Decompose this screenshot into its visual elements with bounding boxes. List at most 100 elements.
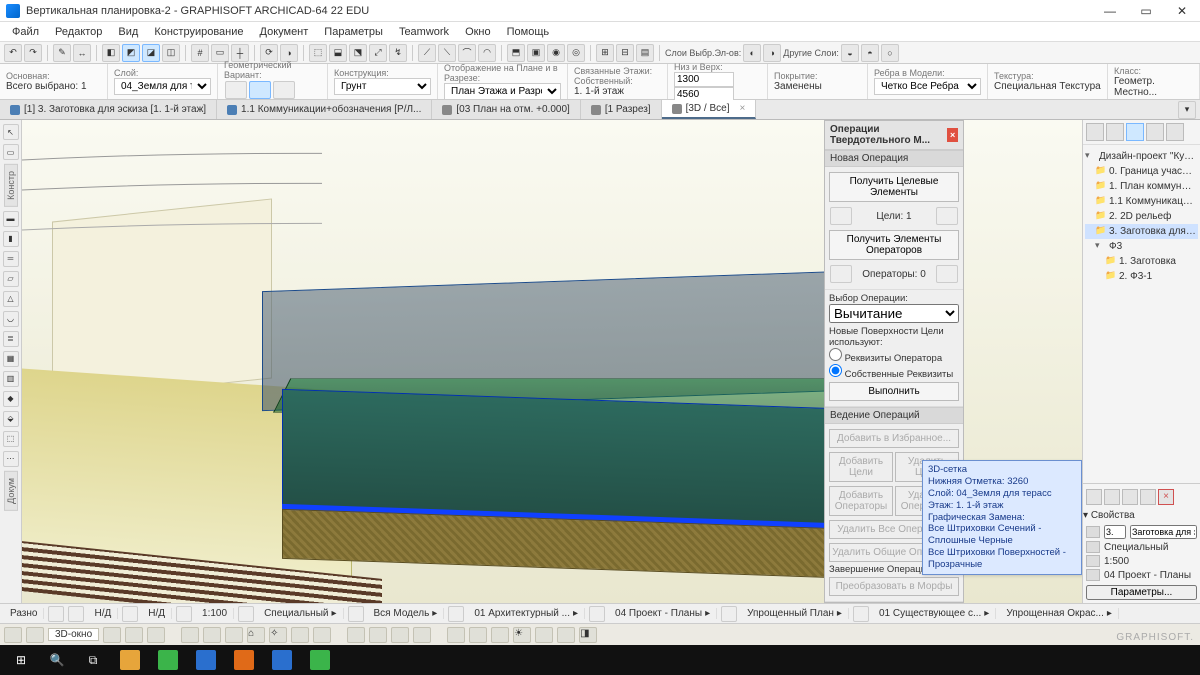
tree-item-selected[interactable]: 3. Заготовка для эскиза [1085,224,1198,239]
bt-9[interactable] [347,627,365,643]
layer-select[interactable]: 04_Земля для терасс [114,78,211,95]
prop-id-input[interactable] [1104,525,1126,539]
tree-item[interactable]: 0. Граница участка [1085,164,1198,179]
bt-6[interactable] [225,627,243,643]
bt-17[interactable] [557,627,575,643]
task-app-4[interactable] [226,647,262,673]
bt-11[interactable] [391,627,409,643]
nav-action-3[interactable] [1122,489,1138,505]
section-new-op[interactable]: Новая Операция [825,150,963,167]
get-operators-button[interactable]: Получить Элементы Операторов [829,230,959,260]
qs-1[interactable] [238,606,254,622]
panel-close-button[interactable]: × [947,128,958,142]
bt-8[interactable] [313,627,331,643]
tool-edit-3[interactable]: ⬔ [349,44,367,62]
tool-edit-5[interactable]: ↯ [389,44,407,62]
tool-measure[interactable]: ↔ [73,44,91,62]
geom-opt-1[interactable] [225,81,247,99]
nav-tab-1[interactable] [1086,123,1104,141]
radio-operator-attrs[interactable]: Реквизиты Оператора [829,348,959,364]
bt-16[interactable] [535,627,553,643]
zoom-pct[interactable]: Н/Д [142,608,172,619]
qs-6[interactable] [853,606,869,622]
display-select[interactable]: План Этажа и Разрез... [444,83,561,100]
tool-stair[interactable]: ≣ [3,331,19,347]
qs-model[interactable]: Вся Модель ▸ [368,608,445,619]
qs-layers[interactable]: Специальный ▸ [258,608,343,619]
view-3d-label[interactable]: 3D-окно [48,628,99,641]
tab-3d[interactable]: [3D / Все]× [662,100,757,119]
tool-snap-c[interactable]: ◪ [142,44,160,62]
zoom-out[interactable] [48,606,64,622]
section-manage[interactable]: Ведение Операций [825,407,963,424]
bt-14[interactable] [469,627,487,643]
layer-sel-2[interactable]: ◑ [763,44,781,62]
menu-edit[interactable]: Редактор [47,26,110,38]
nav-action-1[interactable] [1086,489,1102,505]
taskview-button[interactable]: ⧉ [76,647,110,673]
zoom-fit[interactable] [122,606,138,622]
tool-zone[interactable]: ⬚ [3,431,19,447]
3d-viewport[interactable]: ↖ 3D-сетка Нижняя Отметка: 3260 Слой: 04… [22,120,1082,603]
tool-shell[interactable]: ◡ [3,311,19,327]
task-app-6[interactable] [302,647,338,673]
bt-sun[interactable]: ☀ [513,627,531,643]
nav-tab-5[interactable] [1166,123,1184,141]
qs-reno[interactable]: 01 Существующее с... ▸ [873,608,996,619]
radio-own-attrs[interactable]: Собственные Реквизиты [829,364,959,380]
menu-window[interactable]: Окно [457,26,499,38]
tool-guides[interactable]: ▭ [211,44,229,62]
tool-view-3[interactable]: ◉ [547,44,565,62]
bt-cam[interactable]: ◨ [579,627,597,643]
layer-sel-1[interactable]: ◐ [743,44,761,62]
qs-go[interactable]: Упрощенный План ▸ [741,608,849,619]
nav-tab-2[interactable] [1106,123,1124,141]
tool-curtain[interactable]: ▥ [3,371,19,387]
toolbox-tab-constr[interactable]: Констр [4,164,18,207]
nav-next[interactable] [26,627,44,643]
tool-snap-d[interactable]: ◫ [162,44,180,62]
nav-delete[interactable]: × [1158,489,1174,505]
qs-dim[interactable]: Упрощенная Окрас... ▸ [1000,608,1119,619]
tab-comm[interactable]: 1.1 Коммуникации+обозначения [Р/Л... [217,100,432,119]
close-icon[interactable]: × [739,103,745,114]
search-button[interactable]: 🔍 [40,647,74,673]
task-app-1[interactable] [112,647,148,673]
tool-snap-a[interactable]: ◧ [102,44,120,62]
bt-compass[interactable]: ✧ [269,627,287,643]
qs-3[interactable] [448,606,464,622]
menu-options[interactable]: Параметры [316,26,391,38]
task-app-5[interactable] [264,647,300,673]
tree-root[interactable]: Дизайн-проект "Курортно... [1085,149,1198,164]
menu-teamwork[interactable]: Teamwork [391,26,457,38]
tool-x2[interactable]: ⊟ [616,44,634,62]
nav-action-2[interactable] [1104,489,1120,505]
target-tool-icon[interactable] [936,207,958,225]
layer-oth-3[interactable]: ○ [881,44,899,62]
tool-curve-4[interactable]: ◠ [478,44,496,62]
menu-file[interactable]: Файл [4,26,47,38]
tool-morph[interactable]: ◆ [3,391,19,407]
menu-document[interactable]: Документ [252,26,317,38]
tool-arrow[interactable]: ↖ [3,124,19,140]
edges-select[interactable]: Четко Все Ребра [874,78,981,95]
construct-select[interactable]: Грунт [334,78,431,95]
tab-plan-03[interactable]: [03 План на отм. +0.000] [432,100,580,119]
menu-help[interactable]: Помощь [499,26,558,38]
bt-7[interactable] [291,627,309,643]
tool-x3[interactable]: ▤ [636,44,654,62]
tab-plan-sketch[interactable]: [1] 3. Заготовка для эскиза [1. 1-й этаж… [0,100,217,119]
props-header[interactable]: ▾ Свойства [1083,510,1200,521]
close-button[interactable]: ✕ [1170,4,1194,18]
bt-5[interactable] [203,627,221,643]
task-app-3[interactable] [188,647,224,673]
qs-5[interactable] [721,606,737,622]
tool-x1[interactable]: ⊞ [596,44,614,62]
start-button[interactable]: ⊞ [4,647,38,673]
layer-oth-2[interactable]: ◓ [861,44,879,62]
bt-10[interactable] [369,627,387,643]
tool-curve-1[interactable]: ⟋ [418,44,436,62]
tool-object[interactable]: ⬙ [3,411,19,427]
bt-4[interactable] [181,627,199,643]
tabs-menu-button[interactable]: ▾ [1178,101,1196,119]
